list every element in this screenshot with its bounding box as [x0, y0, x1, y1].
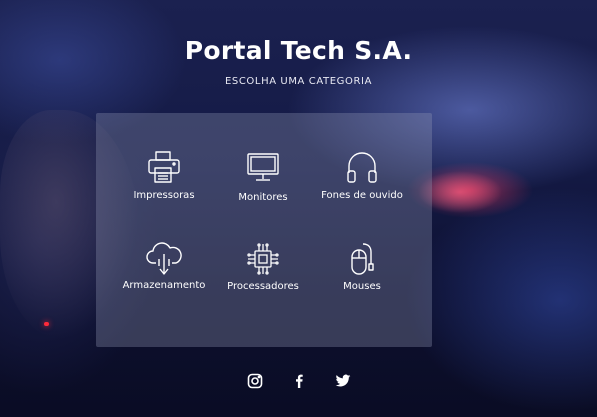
- monitor-icon: [208, 151, 318, 189]
- category-processors[interactable]: Processadores: [208, 240, 318, 292]
- instagram-link[interactable]: [245, 373, 265, 393]
- facebook-icon: [295, 374, 303, 388]
- page-content: Portal Tech S.A. ESCOLHA UMA CATEGORIA I…: [0, 0, 597, 417]
- page-title: Portal Tech S.A.: [184, 36, 413, 65]
- category-label: Armazenamento: [122, 280, 206, 291]
- instagram-icon: [247, 373, 262, 389]
- cpu-chip-icon: [208, 240, 318, 278]
- category-printers[interactable]: Impressoras: [109, 149, 219, 201]
- category-monitors[interactable]: Monitores: [208, 151, 318, 203]
- category-label: Fones de ouvido: [321, 190, 403, 201]
- twitter-link[interactable]: [333, 373, 353, 393]
- category-label: Mouses: [343, 281, 381, 292]
- twitter-icon: [335, 374, 350, 387]
- social-links: [0, 373, 597, 393]
- category-panel: Impressoras Monitores Fones de ouvido Ar…: [96, 113, 432, 347]
- category-label: Processadores: [227, 281, 299, 292]
- mouse-icon: [307, 240, 417, 278]
- printer-icon: [109, 149, 219, 187]
- category-storage[interactable]: Armazenamento: [109, 239, 219, 291]
- page-subtitle: ESCOLHA UMA CATEGORIA: [224, 76, 373, 87]
- facebook-link[interactable]: [289, 373, 309, 393]
- category-mice[interactable]: Mouses: [307, 240, 417, 292]
- category-label: Monitores: [238, 192, 288, 203]
- category-headphones[interactable]: Fones de ouvido: [307, 149, 417, 201]
- headphones-icon: [307, 149, 417, 187]
- category-label: Impressoras: [133, 190, 195, 201]
- cloud-storage-icon: [109, 239, 219, 277]
